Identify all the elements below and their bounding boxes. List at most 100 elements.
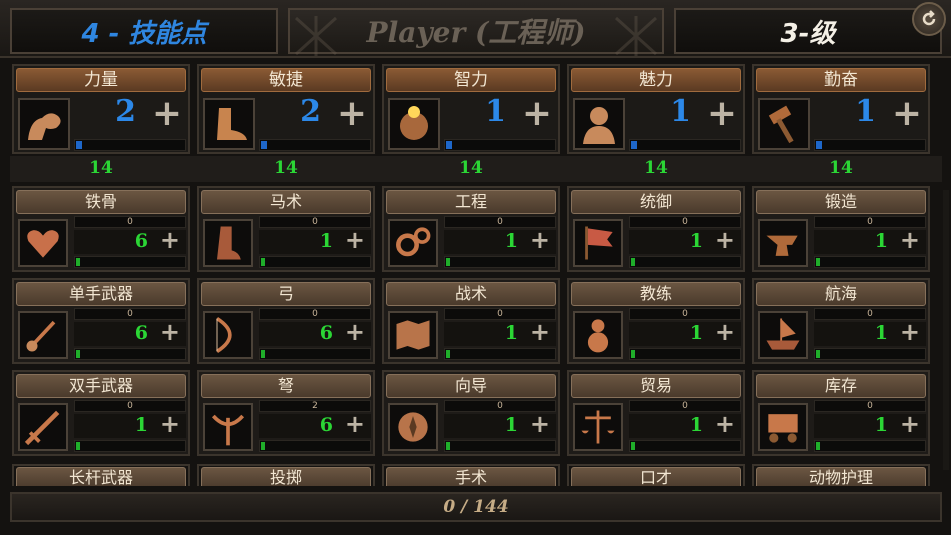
back-arrow-icon bbox=[922, 10, 936, 26]
skill-value: 1 bbox=[134, 414, 148, 436]
experience-progress-label: 0 / 144 bbox=[443, 497, 509, 517]
skill-title: 工程 bbox=[386, 190, 556, 214]
scrollbar[interactable] bbox=[943, 190, 949, 470]
gears-icon bbox=[396, 227, 431, 257]
skill-progress-bar bbox=[74, 256, 186, 268]
attribute-panel: 勤奋 1 + bbox=[752, 64, 930, 154]
increase-skill-button[interactable]: + bbox=[900, 410, 920, 438]
skill-title: 锻造 bbox=[756, 190, 926, 214]
skill-progress-fill bbox=[76, 442, 80, 450]
skill-value: 6 bbox=[319, 414, 333, 436]
attribute-progress-fill bbox=[816, 141, 822, 149]
skill-panel: 向导 0 1 + bbox=[382, 370, 560, 456]
increase-skill-button[interactable]: + bbox=[160, 410, 180, 438]
skill-progress-fill bbox=[446, 350, 450, 358]
skill-title: 战术 bbox=[386, 282, 556, 306]
increase-skill-button[interactable]: + bbox=[345, 318, 365, 346]
skill-icon-frame bbox=[573, 219, 623, 267]
skill-progress-bar bbox=[259, 440, 371, 452]
increase-skill-button[interactable]: + bbox=[900, 226, 920, 254]
skill-icon-frame bbox=[203, 219, 253, 267]
level-label: 3-级 bbox=[780, 18, 836, 49]
skill-panel-partial: 长杆武器 bbox=[12, 464, 190, 486]
header-bar: 4 - 技能点 Player (工程师) 3-级 bbox=[0, 0, 951, 58]
celtic-knot-left-icon bbox=[294, 16, 338, 56]
back-button[interactable] bbox=[912, 2, 946, 36]
skill-panel: 锻造 0 1 + bbox=[752, 186, 930, 272]
attribute-title: 力量 bbox=[16, 68, 186, 92]
skill-progress-bar bbox=[629, 348, 741, 360]
skill-panel: 航海 0 1 + bbox=[752, 278, 930, 364]
skill-value-box: 1 + bbox=[629, 318, 741, 346]
attribute-panel: 敏捷 2 + bbox=[197, 64, 375, 154]
increase-skill-button[interactable]: + bbox=[715, 318, 735, 346]
boot-icon bbox=[217, 108, 247, 140]
skill-title: 弓 bbox=[201, 282, 371, 306]
skill-progress-fill bbox=[261, 442, 265, 450]
skill-icon-frame bbox=[388, 311, 438, 359]
attribute-panel: 力量 2 + bbox=[12, 64, 190, 154]
increase-skill-button[interactable]: + bbox=[345, 226, 365, 254]
skill-progress-bar bbox=[444, 440, 556, 452]
skill-title: 双手武器 bbox=[16, 374, 186, 398]
skill-title: 单手武器 bbox=[16, 282, 186, 306]
skill-title: 投掷 bbox=[201, 467, 371, 486]
skill-panel: 库存 0 1 + bbox=[752, 370, 930, 456]
skill-progress-fill bbox=[446, 258, 450, 266]
skill-progress-fill bbox=[631, 442, 635, 450]
skill-value: 1 bbox=[689, 230, 703, 252]
increase-skill-button[interactable]: + bbox=[160, 318, 180, 346]
skill-progress-fill bbox=[816, 258, 820, 266]
skill-value-box: 1 + bbox=[814, 318, 926, 346]
player-name-panel: Player (工程师) bbox=[288, 8, 664, 56]
increase-attribute-button[interactable]: + bbox=[152, 93, 182, 134]
increase-attribute-button[interactable]: + bbox=[522, 93, 552, 134]
skill-value: 6 bbox=[134, 230, 148, 252]
skill-progress-fill bbox=[816, 350, 820, 358]
skill-progress-fill bbox=[446, 442, 450, 450]
skill-value-box: 1 + bbox=[444, 318, 556, 346]
skill-value-box: 1 + bbox=[74, 410, 186, 438]
increase-skill-button[interactable]: + bbox=[530, 226, 550, 254]
skill-panel: 贸易 0 1 + bbox=[567, 370, 745, 456]
skill-title: 向导 bbox=[386, 374, 556, 398]
skill-panel: 单手武器 0 6 + bbox=[12, 278, 190, 364]
increase-skill-button[interactable]: + bbox=[900, 318, 920, 346]
skill-title: 口才 bbox=[571, 467, 741, 486]
skill-icon-frame bbox=[18, 219, 68, 267]
skill-value-box: 1 + bbox=[444, 410, 556, 438]
flag-icon bbox=[585, 226, 613, 260]
increase-attribute-button[interactable]: + bbox=[892, 93, 922, 134]
increase-skill-button[interactable]: + bbox=[530, 410, 550, 438]
increase-skill-button[interactable]: + bbox=[160, 226, 180, 254]
skill-progress-bar bbox=[259, 256, 371, 268]
skill-value: 1 bbox=[689, 414, 703, 436]
skill-progress-bar bbox=[74, 440, 186, 452]
attribute-progress-fill bbox=[631, 141, 637, 149]
increase-skill-button[interactable]: + bbox=[715, 226, 735, 254]
skill-progress-bar bbox=[629, 256, 741, 268]
increase-skill-button[interactable]: + bbox=[715, 410, 735, 438]
skill-panel: 双手武器 0 1 + bbox=[12, 370, 190, 456]
increase-skill-button[interactable]: + bbox=[530, 318, 550, 346]
increase-attribute-button[interactable]: + bbox=[337, 93, 367, 134]
crossbow-icon bbox=[211, 414, 245, 446]
skill-progress-fill bbox=[76, 350, 80, 358]
increase-attribute-button[interactable]: + bbox=[707, 93, 737, 134]
attribute-cap: 14 bbox=[274, 158, 298, 178]
attribute-value: 2 bbox=[115, 94, 136, 129]
scales-icon bbox=[581, 410, 615, 444]
skill-progress-bar bbox=[444, 256, 556, 268]
skill-panel-partial: 动物护理 bbox=[752, 464, 930, 486]
experience-progress: 0 / 144 bbox=[10, 492, 942, 522]
anvil-icon bbox=[766, 235, 798, 256]
increase-skill-button[interactable]: + bbox=[345, 410, 365, 438]
celtic-knot-right-icon bbox=[614, 16, 658, 56]
skill-panel: 工程 0 1 + bbox=[382, 186, 560, 272]
attribute-progress-bar bbox=[444, 139, 556, 151]
skill-value: 1 bbox=[504, 230, 518, 252]
skill-value-box: 1 + bbox=[814, 410, 926, 438]
skill-title: 手术 bbox=[386, 467, 556, 486]
skill-panel: 弩 2 6 + bbox=[197, 370, 375, 456]
skill-value: 1 bbox=[874, 322, 888, 344]
